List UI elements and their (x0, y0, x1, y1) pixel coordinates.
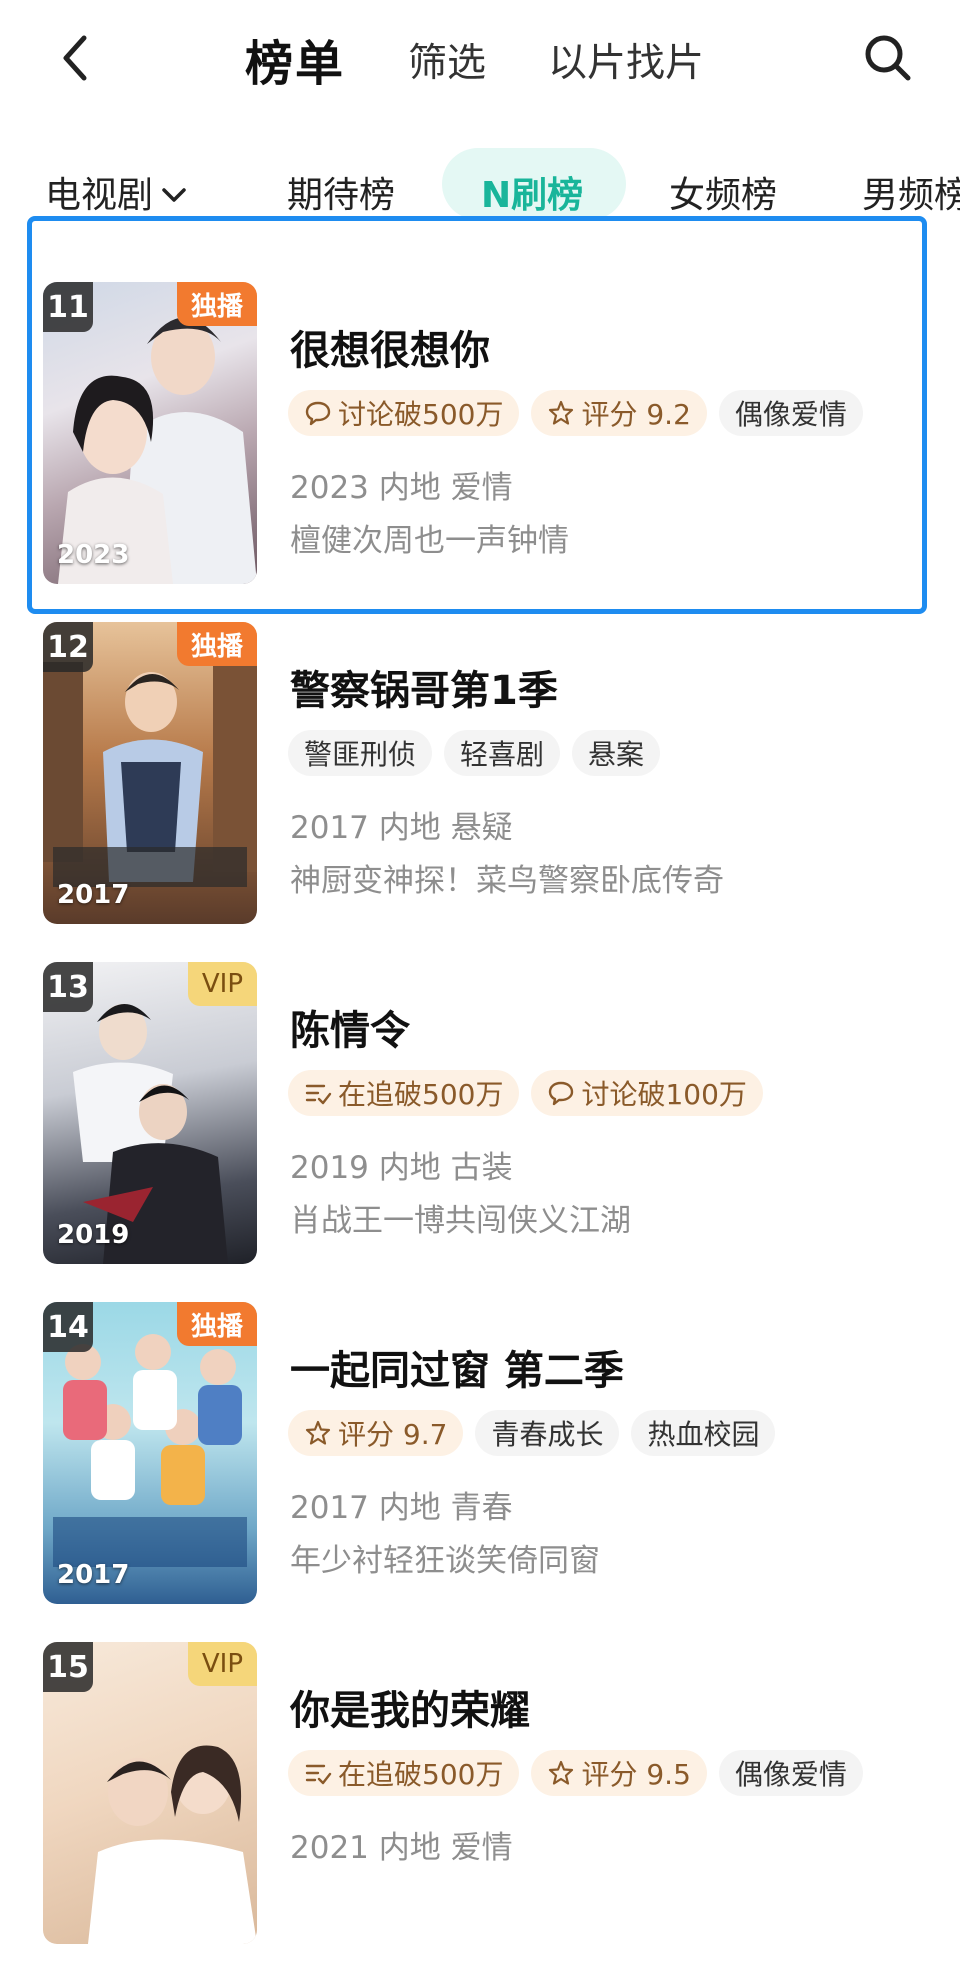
chevron-down-icon (161, 172, 187, 213)
rank-badge: 13 (43, 962, 93, 1012)
top-nav-bar: 榜单 筛选 以片找片 (0, 0, 960, 120)
tag-rating: 评分 9.5 (531, 1750, 707, 1796)
search-icon (862, 32, 914, 88)
chevron-left-icon (60, 34, 90, 86)
item-description: 肖战王一博共闯侠义江湖 (290, 1203, 631, 1239)
vip-badge: VIP (187, 1642, 257, 1686)
tag-row: 评分 9.7 青春成长 热血校园 (288, 1410, 776, 1456)
poster-year: 2023 (57, 540, 130, 570)
item-title[interactable]: 很想很想你 (290, 318, 490, 376)
star-icon (547, 399, 575, 427)
poster[interactable]: 13 VIP 2019 (43, 962, 257, 1264)
list-check-icon (304, 1079, 332, 1107)
poster[interactable]: 12 独播 2017 (43, 622, 257, 924)
tab-male[interactable]: 男频榜 (862, 166, 960, 218)
vip-badge: VIP (187, 962, 257, 1006)
chat-bubble-icon (547, 1079, 575, 1107)
tag-genre: 热血校园 (631, 1410, 776, 1456)
tag-genre: 警匪刑侦 (288, 730, 433, 776)
item-title[interactable]: 一起同过窗 第二季 (290, 1338, 624, 1396)
list-check-icon (304, 1759, 332, 1787)
tag-following: 在追破500万 (288, 1750, 520, 1796)
poster[interactable]: 15 VIP (43, 1642, 257, 1944)
rank-badge: 11 (43, 282, 93, 332)
page-title[interactable]: 榜单 (245, 24, 345, 94)
chat-bubble-icon (304, 399, 332, 427)
item-title[interactable]: 警察锅哥第1季 (290, 658, 558, 716)
rank-badge: 15 (43, 1642, 93, 1692)
item-meta: 2023 内地 爱情 (290, 470, 513, 506)
list-item[interactable]: 11 独播 2023 很想很想你 讨论破500万 评分 9.2 偶像爱情 202… (0, 282, 960, 602)
poster-year: 2017 (57, 1560, 130, 1590)
tag-row: 在追破500万 评分 9.5 偶像爱情 (288, 1750, 863, 1796)
list-item[interactable]: 14 独播 2017 一起同过窗 第二季 评分 9.7 青春成长 热血校园 20… (0, 1302, 960, 1622)
exclusive-badge: 独播 (176, 622, 257, 666)
item-meta: 2021 内地 爱情 (290, 1830, 513, 1866)
tag-rating: 评分 9.7 (288, 1410, 464, 1456)
tag-genre: 轻喜剧 (444, 730, 561, 776)
search-by-image-link[interactable]: 以片找片 (548, 32, 704, 88)
item-meta: 2019 内地 古装 (290, 1150, 513, 1186)
tab-anticipated[interactable]: 期待榜 (287, 166, 395, 218)
item-title[interactable]: 陈情令 (290, 998, 410, 1056)
item-meta: 2017 内地 青春 (290, 1490, 513, 1526)
search-button[interactable] (858, 30, 918, 90)
item-meta: 2017 内地 悬疑 (290, 810, 513, 846)
item-description: 檀健次周也一声钟情 (290, 523, 569, 559)
tag-row: 讨论破500万 评分 9.2 偶像爱情 (288, 390, 863, 436)
tag-genre: 偶像爱情 (718, 1750, 863, 1796)
rank-badge: 12 (43, 622, 93, 672)
poster-year: 2017 (57, 880, 130, 910)
poster-year: 2019 (57, 1220, 130, 1250)
tag-genre: 悬案 (572, 730, 661, 776)
tag-genre: 青春成长 (475, 1410, 620, 1456)
tab-rewatch[interactable]: N刷榜 (481, 166, 583, 218)
item-description: 神厨变神探！菜鸟警察卧底传奇 (290, 863, 724, 899)
exclusive-badge: 独播 (176, 282, 257, 326)
tag-row: 在追破500万 讨论破100万 (288, 1070, 763, 1116)
back-button[interactable] (55, 30, 95, 90)
item-description: 年少衬轻狂谈笑倚同窗 (290, 1543, 600, 1579)
rank-badge: 14 (43, 1302, 93, 1352)
poster[interactable]: 14 独播 2017 (43, 1302, 257, 1604)
list-item[interactable]: 15 VIP 你是我的荣耀 在追破500万 评分 9.5 偶像爱情 2021 内… (0, 1642, 960, 1962)
category-dropdown[interactable]: 电视剧 (45, 166, 187, 218)
tag-discussion: 讨论破500万 (288, 390, 520, 436)
tag-genre: 偶像爱情 (718, 390, 863, 436)
filter-link[interactable]: 筛选 (408, 32, 486, 88)
tag-rating: 评分 9.2 (531, 390, 707, 436)
tag-discussion: 讨论破100万 (531, 1070, 763, 1116)
star-icon (304, 1419, 332, 1447)
star-icon (547, 1759, 575, 1787)
tag-row: 警匪刑侦 轻喜剧 悬案 (288, 730, 661, 776)
list-item[interactable]: 13 VIP 2019 陈情令 在追破500万 讨论破100万 2019 内地 … (0, 962, 960, 1282)
item-title[interactable]: 你是我的荣耀 (290, 1678, 530, 1736)
tag-following: 在追破500万 (288, 1070, 520, 1116)
tab-female[interactable]: 女频榜 (669, 166, 777, 218)
category-label: 电视剧 (45, 175, 154, 216)
list-item[interactable]: 12 独播 2017 警察锅哥第1季 警匪刑侦 轻喜剧 悬案 2017 内地 悬… (0, 622, 960, 942)
poster[interactable]: 11 独播 2023 (43, 282, 257, 584)
exclusive-badge: 独播 (176, 1302, 257, 1346)
